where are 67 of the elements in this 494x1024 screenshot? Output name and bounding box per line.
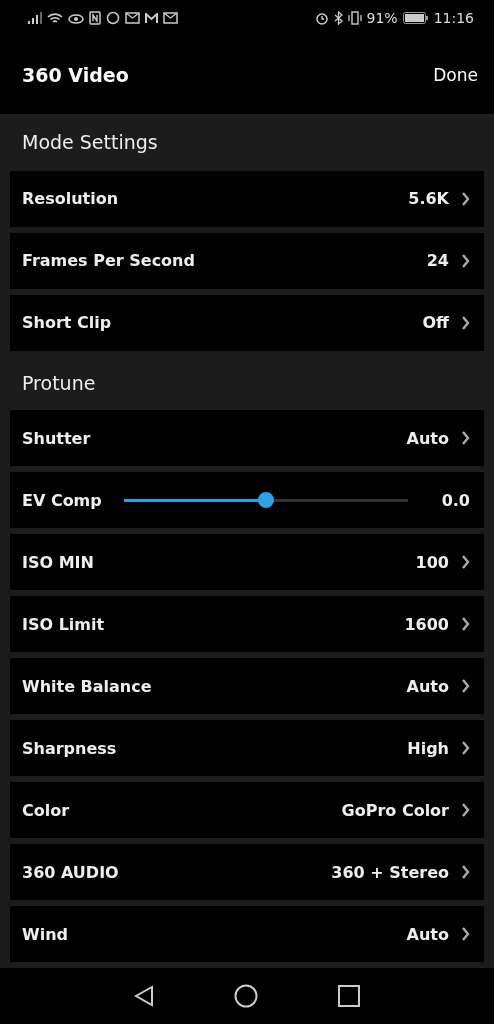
screen-title: 360 Video: [22, 64, 129, 86]
row-label: Wind: [22, 924, 69, 944]
row-value: Auto: [406, 924, 449, 944]
settings-row[interactable]: Wind Auto: [10, 906, 484, 962]
chevron-icon: [461, 253, 470, 268]
settings-row[interactable]: Short Clip Off: [10, 294, 484, 351]
back-icon[interactable]: [134, 985, 154, 1007]
row-value: Auto: [406, 428, 449, 448]
chevron-icon: [461, 679, 470, 693]
slider-thumb[interactable]: [257, 492, 274, 508]
row-value: 24: [426, 251, 449, 271]
settings-row[interactable]: Frames Per Second 24: [10, 232, 484, 289]
wifi-icon: [47, 11, 63, 25]
chevron-icon: [461, 191, 470, 206]
alarm-icon: [314, 11, 329, 25]
mail-icon: [163, 12, 178, 24]
settings-row[interactable]: ISO MIN 100: [10, 534, 484, 590]
recents-icon[interactable]: [338, 985, 360, 1007]
row-label: 360 AUDIO: [22, 862, 120, 882]
row-label: Color: [22, 800, 71, 820]
row-value: GoPro Color: [341, 800, 449, 820]
settings-row[interactable]: Color GoPro Color: [10, 782, 484, 838]
row-label: Short Clip: [22, 313, 113, 333]
row-label: Frames Per Second: [22, 251, 196, 271]
section-title: Mode Settings: [22, 131, 158, 154]
row-value: High: [407, 738, 449, 758]
row-value: Off: [422, 313, 449, 333]
row-label: White Balance: [22, 676, 153, 696]
row-label: ISO Limit: [22, 614, 106, 634]
row-label: ISO MIN: [22, 552, 95, 572]
home-icon[interactable]: [234, 984, 258, 1008]
row-label: Sharpness: [22, 738, 118, 758]
row-label: Resolution: [22, 189, 120, 209]
row-label: EV Comp: [22, 490, 102, 510]
battery-icon: [402, 12, 429, 24]
chevron-icon: [461, 927, 470, 941]
vibrate-icon: [347, 11, 362, 25]
settings-row[interactable]: 360 AUDIO 360 + Stereo: [10, 844, 484, 900]
mail-icon: [125, 12, 140, 24]
chevron-icon: [461, 741, 470, 755]
nfc-icon: [89, 11, 101, 25]
bluetooth-icon: [333, 11, 343, 25]
settings-row[interactable]: White Balance Auto: [10, 658, 484, 714]
section-title: Protune: [22, 372, 96, 395]
row-value: 360 + Stereo: [331, 862, 449, 882]
chevron-icon: [461, 431, 470, 445]
row-value: Auto: [406, 676, 449, 696]
done-button[interactable]: Done: [433, 65, 478, 85]
row-label: Shutter: [22, 428, 92, 448]
chevron-icon: [461, 555, 470, 569]
settings-row[interactable]: ISO Limit 1600: [10, 596, 484, 652]
eye-icon: [68, 12, 84, 24]
battery-percent: 91%: [366, 10, 398, 26]
signal-icon: [28, 12, 42, 24]
chevron-icon: [461, 865, 470, 879]
row-value: 1600: [404, 614, 449, 634]
row-value: 5.6K: [408, 189, 449, 209]
settings-row[interactable]: Shutter Auto: [10, 410, 484, 466]
settings-row[interactable]: Resolution 5.6K: [10, 170, 484, 227]
clock-time: 11:16: [433, 10, 474, 26]
row-value: 0.0: [441, 490, 470, 510]
chevron-icon: [461, 315, 470, 330]
settings-row[interactable]: Sharpness High: [10, 720, 484, 776]
row-value: 100: [415, 552, 449, 572]
chevron-icon: [461, 803, 470, 817]
m-icon: [145, 13, 158, 23]
chevron-icon: [461, 617, 470, 631]
